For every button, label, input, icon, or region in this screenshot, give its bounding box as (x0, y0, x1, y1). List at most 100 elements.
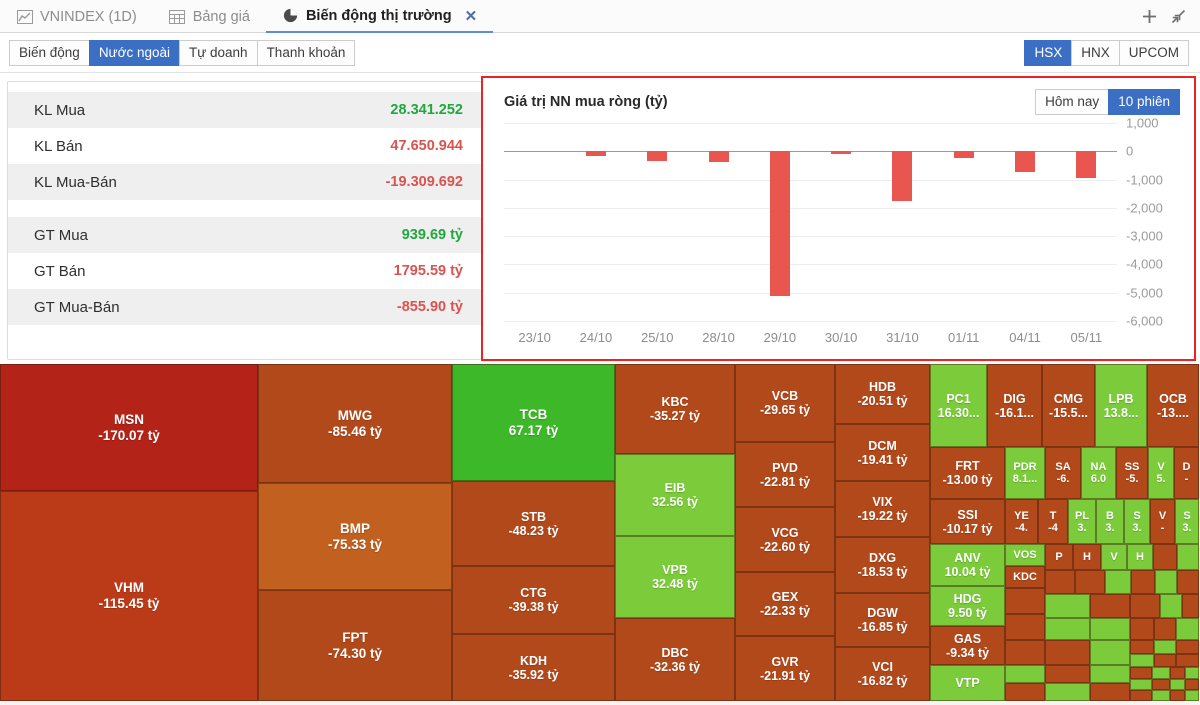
treemap-tile[interactable] (1130, 640, 1154, 654)
range-10-phien[interactable]: 10 phiên (1108, 89, 1180, 115)
range-hom-nay[interactable]: Hôm nay (1035, 89, 1109, 115)
treemap-tile-vos[interactable]: VOS (1005, 544, 1045, 566)
treemap-tile-tcb[interactable]: TCB 67.17 tỷ (452, 364, 615, 481)
treemap-tile-gas[interactable]: GAS -9.34 tỷ (930, 626, 1005, 665)
treemap-tile[interactable] (1005, 614, 1045, 640)
treemap-tile[interactable] (1090, 683, 1130, 701)
treemap-tile[interactable] (1090, 618, 1130, 640)
treemap-tile-frt[interactable]: FRT -13.00 tỷ (930, 447, 1005, 499)
collapse-arrows-icon[interactable] (1171, 9, 1186, 24)
chart-bar[interactable] (647, 151, 667, 161)
treemap-tile-ssi[interactable]: SSI -10.17 tỷ (930, 499, 1005, 544)
treemap-tile-vcg[interactable]: VCG -22.60 tỷ (735, 507, 835, 572)
treemap-tile-dbc[interactable]: DBC -32.36 tỷ (615, 618, 735, 701)
treemap-tile-pl[interactable]: PL 3. (1068, 499, 1096, 544)
chart-bar[interactable] (709, 151, 729, 162)
view-mode-bien-dong[interactable]: Biến động (9, 39, 89, 66)
treemap-tile[interactable] (1176, 640, 1199, 654)
treemap-tile[interactable] (1130, 618, 1154, 640)
view-mode-thanh-khoan[interactable]: Thanh khoản (256, 39, 356, 66)
tab-bang-gia[interactable]: Bảng giá (153, 0, 266, 33)
treemap-tile[interactable] (1005, 588, 1045, 614)
treemap-tile-dig[interactable]: DIG -16.1... (987, 364, 1042, 447)
treemap-tile[interactable] (1005, 683, 1045, 701)
treemap-tile[interactable] (1090, 665, 1130, 683)
chart-bar[interactable] (954, 151, 974, 159)
treemap-tile[interactable] (1185, 690, 1199, 701)
treemap-tile-mwg[interactable]: MWG -85.46 tỷ (258, 364, 452, 483)
treemap-tile[interactable] (1177, 570, 1199, 594)
treemap-tile-ss[interactable]: SS -5. (1116, 447, 1148, 499)
treemap-tile-b[interactable]: B 3. (1096, 499, 1124, 544)
treemap-tile[interactable] (1130, 654, 1154, 667)
treemap-tile-msn[interactable]: MSN -170.07 tỷ (0, 364, 258, 491)
treemap-tile-lpb[interactable]: LPB 13.8... (1095, 364, 1147, 447)
treemap-tile-stb[interactable]: STB -48.23 tỷ (452, 481, 615, 566)
treemap-tile[interactable] (1160, 594, 1182, 618)
treemap-tile-h[interactable]: H (1127, 544, 1153, 570)
treemap-tile-gvr[interactable]: GVR -21.91 tỷ (735, 636, 835, 701)
treemap-tile-h[interactable]: H (1073, 544, 1101, 570)
treemap-tile-cmg[interactable]: CMG -15.5... (1042, 364, 1095, 447)
treemap-tile-d[interactable]: D- (1174, 447, 1199, 499)
view-mode-nuoc-ngoai[interactable]: Nước ngoài (88, 39, 179, 66)
treemap-tile[interactable] (1130, 690, 1152, 701)
exchange-hnx[interactable]: HNX (1071, 39, 1119, 66)
chart-bar[interactable] (770, 151, 790, 296)
treemap-tile[interactable] (1170, 667, 1185, 679)
close-icon[interactable]: ✕ (465, 7, 478, 25)
treemap-tile-eib[interactable]: EIB 32.56 tỷ (615, 454, 735, 536)
treemap-tile-v[interactable]: V 5. (1148, 447, 1174, 499)
treemap-tile[interactable] (1154, 654, 1176, 667)
treemap-tile[interactable] (1045, 570, 1075, 594)
treemap-tile-kdc[interactable]: KDC (1005, 566, 1045, 588)
treemap-tile-sa[interactable]: SA -6. (1045, 447, 1081, 499)
treemap-tile[interactable] (1182, 594, 1199, 618)
treemap-tile[interactable] (1152, 679, 1170, 690)
treemap-tile-ye[interactable]: YE -4. (1005, 499, 1038, 544)
treemap-tile[interactable] (1130, 667, 1152, 679)
treemap-tile[interactable] (1177, 544, 1199, 570)
treemap-tile-vhm[interactable]: VHM -115.45 tỷ (0, 491, 258, 701)
treemap-tile[interactable] (1090, 594, 1130, 618)
chart-bar[interactable] (892, 151, 912, 201)
treemap-tile[interactable] (1154, 640, 1176, 654)
tab-vnindex[interactable]: VNINDEX (1D) (0, 0, 153, 33)
treemap-tile-dcm[interactable]: DCM -19.41 tỷ (835, 424, 930, 481)
treemap-tile-vcb[interactable]: VCB -29.65 tỷ (735, 364, 835, 442)
treemap-tile[interactable] (1155, 570, 1177, 594)
treemap-tile[interactable] (1154, 618, 1176, 640)
treemap-tile-kbc[interactable]: KBC -35.27 tỷ (615, 364, 735, 454)
treemap-tile-fpt[interactable]: FPT -74.30 tỷ (258, 590, 452, 701)
chart-bar[interactable] (1015, 151, 1035, 172)
treemap-tile[interactable] (1170, 690, 1185, 701)
treemap-tile[interactable] (1152, 667, 1170, 679)
treemap-tile[interactable] (1005, 665, 1045, 683)
treemap-tile-t[interactable]: T -4 (1038, 499, 1068, 544)
treemap-tile[interactable] (1176, 654, 1199, 667)
treemap-tile[interactable] (1152, 690, 1170, 701)
treemap-tile[interactable] (1045, 683, 1090, 701)
treemap-tile-kdh[interactable]: KDH -35.92 tỷ (452, 634, 615, 701)
treemap-tile-v[interactable]: V (1101, 544, 1127, 570)
treemap-tile-vpb[interactable]: VPB 32.48 tỷ (615, 536, 735, 618)
treemap-tile-vci[interactable]: VCI -16.82 tỷ (835, 647, 930, 701)
treemap-tile-pvd[interactable]: PVD -22.81 tỷ (735, 442, 835, 507)
treemap-tile-s[interactable]: S 3. (1175, 499, 1199, 544)
treemap-tile[interactable] (1045, 594, 1090, 618)
treemap-tile[interactable] (1075, 570, 1105, 594)
treemap-tile-pc1[interactable]: PC1 16.30... (930, 364, 987, 447)
treemap-tile-ctg[interactable]: CTG -39.38 tỷ (452, 566, 615, 634)
treemap-tile-hdg[interactable]: HDG 9.50 tỷ (930, 586, 1005, 626)
treemap-tile-anv[interactable]: ANV 10.04 tỷ (930, 544, 1005, 586)
treemap-tile-ocb[interactable]: OCB -13.... (1147, 364, 1199, 447)
treemap-tile[interactable] (1131, 570, 1155, 594)
chart-bar[interactable] (831, 151, 851, 155)
treemap-tile[interactable] (1045, 665, 1090, 683)
treemap-tile-gex[interactable]: GEX -22.33 tỷ (735, 572, 835, 636)
treemap-tile[interactable] (1090, 640, 1130, 665)
treemap-tile-dgw[interactable]: DGW -16.85 tỷ (835, 593, 930, 647)
treemap-tile-hdb[interactable]: HDB -20.51 tỷ (835, 364, 930, 424)
view-mode-tu-doanh[interactable]: Tự doanh (178, 39, 257, 66)
treemap-tile-vix[interactable]: VIX -19.22 tỷ (835, 481, 930, 537)
